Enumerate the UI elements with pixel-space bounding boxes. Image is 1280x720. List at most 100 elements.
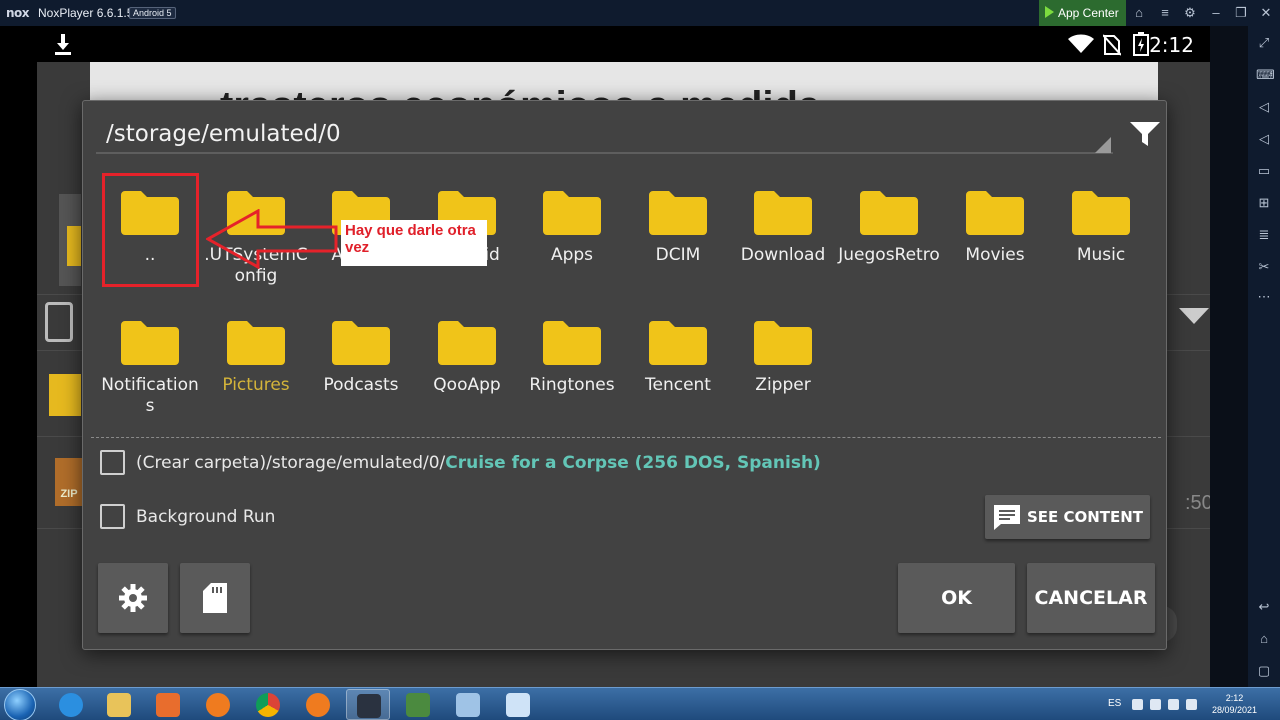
taskbar-app[interactable] <box>396 689 440 720</box>
multi-instance-icon[interactable]: ≣ <box>1256 227 1272 243</box>
taskbar-ie[interactable] <box>49 689 93 720</box>
taskbar-paint[interactable] <box>496 689 540 720</box>
taskbar-clock[interactable]: 2:12 28/09/2021 <box>1212 692 1257 716</box>
android-version-badge: Android 5 <box>129 7 176 19</box>
tray-up-arrow-icon[interactable] <box>1132 699 1143 710</box>
scissors-icon[interactable]: ✂ <box>1256 259 1272 275</box>
folder-label: Apps <box>550 245 594 265</box>
zip-label: ZIP <box>60 488 78 500</box>
sd-card-icon <box>203 583 227 613</box>
background-partial-time: :50 <box>1185 492 1210 514</box>
taskbar-nox[interactable] <box>346 689 390 720</box>
more-icon[interactable]: ⋯ <box>1256 289 1272 305</box>
volume-up-icon[interactable]: ◁ <box>1256 99 1272 115</box>
folder-icon <box>860 191 918 235</box>
cancel-button[interactable]: CANCELAR <box>1027 563 1155 633</box>
current-path[interactable]: /storage/emulated/0 <box>106 121 341 147</box>
back-icon[interactable]: ↩ <box>1256 599 1272 615</box>
nox-icon <box>357 694 381 718</box>
fullscreen-icon[interactable]: ⤢ <box>1256 35 1272 51</box>
folder-apps[interactable]: Apps <box>519 191 625 266</box>
app-center-button[interactable]: App Center <box>1039 0 1126 26</box>
zip-file-icon: ZIP <box>55 458 83 506</box>
folder-dcim[interactable]: DCIM <box>625 191 731 266</box>
battery-icon <box>1133 32 1149 56</box>
folder-pictures[interactable]: Pictures <box>203 321 309 396</box>
folder-icon <box>107 693 131 717</box>
start-button[interactable] <box>4 689 36 720</box>
background-run-checkbox[interactable] <box>100 504 125 529</box>
taskbar-app[interactable] <box>446 689 490 720</box>
add-apk-icon[interactable]: ⊞ <box>1256 195 1272 211</box>
wifi-icon <box>1068 34 1094 53</box>
folder-ringtones[interactable]: Ringtones <box>519 321 625 396</box>
see-content-label: SEE CONTENT <box>1026 508 1144 526</box>
folder-label: JuegosRetro <box>838 245 940 265</box>
firefox-icon <box>306 693 330 717</box>
taskbar-media-player[interactable] <box>146 689 190 720</box>
settings-button[interactable] <box>98 563 168 633</box>
create-folder-name: Cruise for a Corpse (256 DOS, Spanish) <box>445 453 821 473</box>
taskbar-explorer[interactable] <box>97 689 141 720</box>
minimize-icon[interactable]: – <box>1208 5 1224 21</box>
chrome-icon <box>256 693 280 717</box>
folder-label: Podcasts <box>323 375 399 395</box>
app-icon <box>406 693 430 717</box>
tray-network-icon[interactable] <box>1168 699 1179 710</box>
media-player-icon <box>156 693 180 717</box>
screen-icon[interactable]: ▭ <box>1256 163 1272 179</box>
language-indicator[interactable]: ES <box>1108 698 1121 709</box>
emulator-toolbar: ⤢ ⌨ ◁ ◁ ▭ ⊞ ≣ ✂ ⋯ ↩ ⌂ ▢ <box>1248 26 1280 687</box>
create-folder-checkbox[interactable] <box>100 450 125 475</box>
keyboard-icon[interactable]: ⌨ <box>1256 67 1275 83</box>
folder-icon <box>227 321 285 365</box>
folder-download[interactable]: Download <box>730 191 836 266</box>
sd-card-button[interactable] <box>180 563 250 633</box>
nox-logo: nox <box>6 6 30 20</box>
home-icon[interactable]: ⌂ <box>1256 631 1272 647</box>
android-status-bar: 2:12 <box>37 26 1210 62</box>
folder-tencent[interactable]: Tencent <box>625 321 731 396</box>
firefox-icon <box>206 693 230 717</box>
menu-icon[interactable]: ≡ <box>1157 5 1173 21</box>
folder-icon <box>1072 191 1130 235</box>
maximize-icon[interactable]: ❐ <box>1233 5 1249 21</box>
emulator-side-gap <box>1210 26 1248 687</box>
taskbar-chrome[interactable] <box>246 689 290 720</box>
create-folder-label: (Crear carpeta)/storage/emulated/0/Cruis… <box>136 453 821 473</box>
clock-time: 2:12 <box>1225 693 1244 703</box>
ok-button[interactable]: OK <box>898 563 1015 633</box>
tray-volume-icon[interactable] <box>1186 699 1197 710</box>
home-icon[interactable]: ⌂ <box>1131 5 1147 21</box>
taskbar-firefox[interactable] <box>196 689 240 720</box>
folder-label: Movies <box>965 245 1025 265</box>
folder-label: Ringtones <box>529 375 615 395</box>
folder-label: Music <box>1076 245 1126 265</box>
volume-down-icon[interactable]: ◁ <box>1256 131 1272 147</box>
folder-music[interactable]: Music <box>1048 191 1154 266</box>
annotation-highlight-box <box>102 173 199 287</box>
folder-podcasts[interactable]: Podcasts <box>308 321 414 396</box>
filter-icon[interactable] <box>1129 121 1161 147</box>
folder-movies[interactable]: Movies <box>942 191 1048 266</box>
folder-chooser-dialog: /storage/emulated/0 .. .UTSystemConfig A… <box>82 100 1167 650</box>
phone-icon <box>45 302 73 342</box>
path-dropdown-indicator[interactable] <box>1095 137 1111 153</box>
folder-icon <box>332 321 390 365</box>
close-icon[interactable]: ✕ <box>1258 5 1274 21</box>
folder-icon <box>543 191 601 235</box>
see-content-button[interactable]: SEE CONTENT <box>985 495 1150 539</box>
folder-icon <box>438 321 496 365</box>
tray-flag-icon[interactable] <box>1150 699 1161 710</box>
background-ad-banner: trasteros económicos a medida <box>90 62 1158 102</box>
folder-qooapp[interactable]: QooApp <box>414 321 520 396</box>
recent-apps-icon[interactable]: ▢ <box>1256 663 1272 679</box>
folder-juegosretro[interactable]: JuegosRetro <box>836 191 942 266</box>
background-folder-icon <box>67 226 81 266</box>
folder-label: Pictures <box>222 375 290 395</box>
folder-label: Zipper <box>755 375 811 395</box>
folder-zipper[interactable]: Zipper <box>730 321 836 396</box>
taskbar-firefox-2[interactable] <box>296 689 340 720</box>
folder-notifications[interactable]: Notifications <box>97 321 203 417</box>
gear-icon[interactable]: ⚙ <box>1182 5 1198 21</box>
